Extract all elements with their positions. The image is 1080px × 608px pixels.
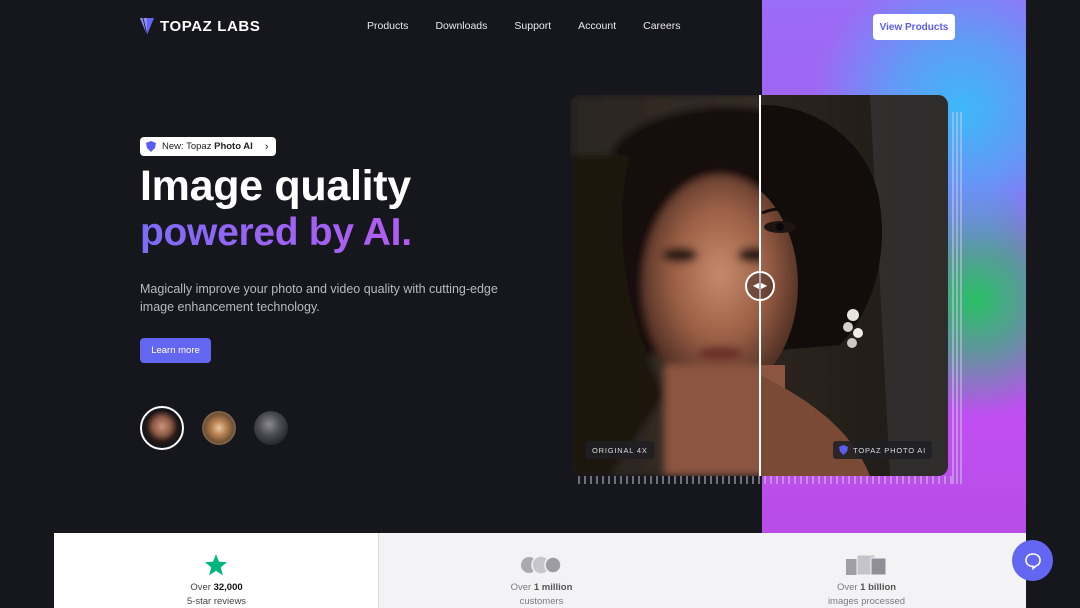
badge-text: New: Topaz Photo AI <box>162 141 253 152</box>
top-navigation: TOPAZ LABS Products Downloads Support Ac… <box>0 0 1080 54</box>
chat-support-button[interactable] <box>1012 540 1053 581</box>
stat-images-line1: Over 1 billion <box>836 582 897 593</box>
topaz-logo-icon <box>140 18 154 35</box>
nav-link-account[interactable]: Account <box>578 20 616 32</box>
hero-title-line2: powered by AI. <box>140 211 412 254</box>
original-label-text: ORIGINAL 4X <box>592 445 648 455</box>
nav-link-careers[interactable]: Careers <box>643 20 680 32</box>
badge-prefix: New: Topaz <box>162 141 215 152</box>
portrait-thumbnail[interactable] <box>140 406 184 450</box>
people-icon <box>521 555 562 575</box>
nav-link-support[interactable]: Support <box>514 20 551 32</box>
star-icon <box>205 554 227 576</box>
enhanced-label-text: TOPAZ PHOTO AI <box>853 445 926 455</box>
stat-images-line2: images processed <box>827 596 906 607</box>
slider-handle[interactable]: ◀ ▶ <box>745 271 775 301</box>
shield-icon <box>839 445 849 455</box>
brand-logo[interactable]: TOPAZ LABS <box>140 18 260 35</box>
stat-images: Over 1 billion images processed <box>704 533 1029 608</box>
shield-icon <box>146 141 156 152</box>
images-icon <box>846 554 887 576</box>
portrait-thumbnail-image <box>145 411 179 445</box>
new-product-badge[interactable]: New: Topaz Photo AI › <box>140 137 277 156</box>
brand-name: TOPAZ LABS <box>160 18 261 35</box>
hero-title-line1: Image quality <box>140 162 411 210</box>
tiger-thumbnail[interactable] <box>202 411 236 445</box>
enhanced-label: TOPAZ PHOTO AI <box>833 441 932 459</box>
sample-image-selector <box>140 406 288 450</box>
badge-product: Photo AI <box>214 141 253 152</box>
stat-customers-line1: Over 1 million <box>510 582 573 593</box>
hero-subtitle: Magically improve your photo and video q… <box>140 282 498 314</box>
stat-customers-line2: customers <box>519 596 564 607</box>
stat-customers: Over 1 million customers <box>379 533 704 608</box>
view-products-button[interactable]: View Products <box>873 14 955 40</box>
nav-links: Products Downloads Support Account Caree… <box>367 20 680 32</box>
arrow-left-icon: ◀ <box>752 281 759 290</box>
chevron-right-icon: › <box>264 140 269 153</box>
chat-bubble-icon <box>1024 552 1041 570</box>
bird-thumbnail-image <box>254 411 288 445</box>
nav-link-products[interactable]: Products <box>367 20 408 32</box>
arrow-right-icon: ▶ <box>761 281 768 290</box>
bird-thumbnail[interactable] <box>254 411 288 445</box>
learn-more-button[interactable]: Learn more <box>140 338 211 363</box>
original-label: ORIGINAL 4X <box>586 441 654 459</box>
decorative-vertical-lines <box>952 112 962 484</box>
decorative-tick-marks <box>578 476 958 484</box>
stat-reviews-line2: 5-star reviews <box>186 596 247 607</box>
tiger-thumbnail-image <box>202 411 236 445</box>
stat-reviews: Over 32,000 5-star reviews <box>54 533 379 608</box>
before-after-comparison[interactable]: ◀ ▶ ORIGINAL 4X TOPAZ PHOTO AI <box>570 95 948 476</box>
stats-band: Over 32,000 5-star reviews Over 1 millio… <box>54 533 1026 608</box>
nav-link-downloads[interactable]: Downloads <box>435 20 487 32</box>
stat-reviews-line1: Over 32,000 <box>190 582 243 593</box>
